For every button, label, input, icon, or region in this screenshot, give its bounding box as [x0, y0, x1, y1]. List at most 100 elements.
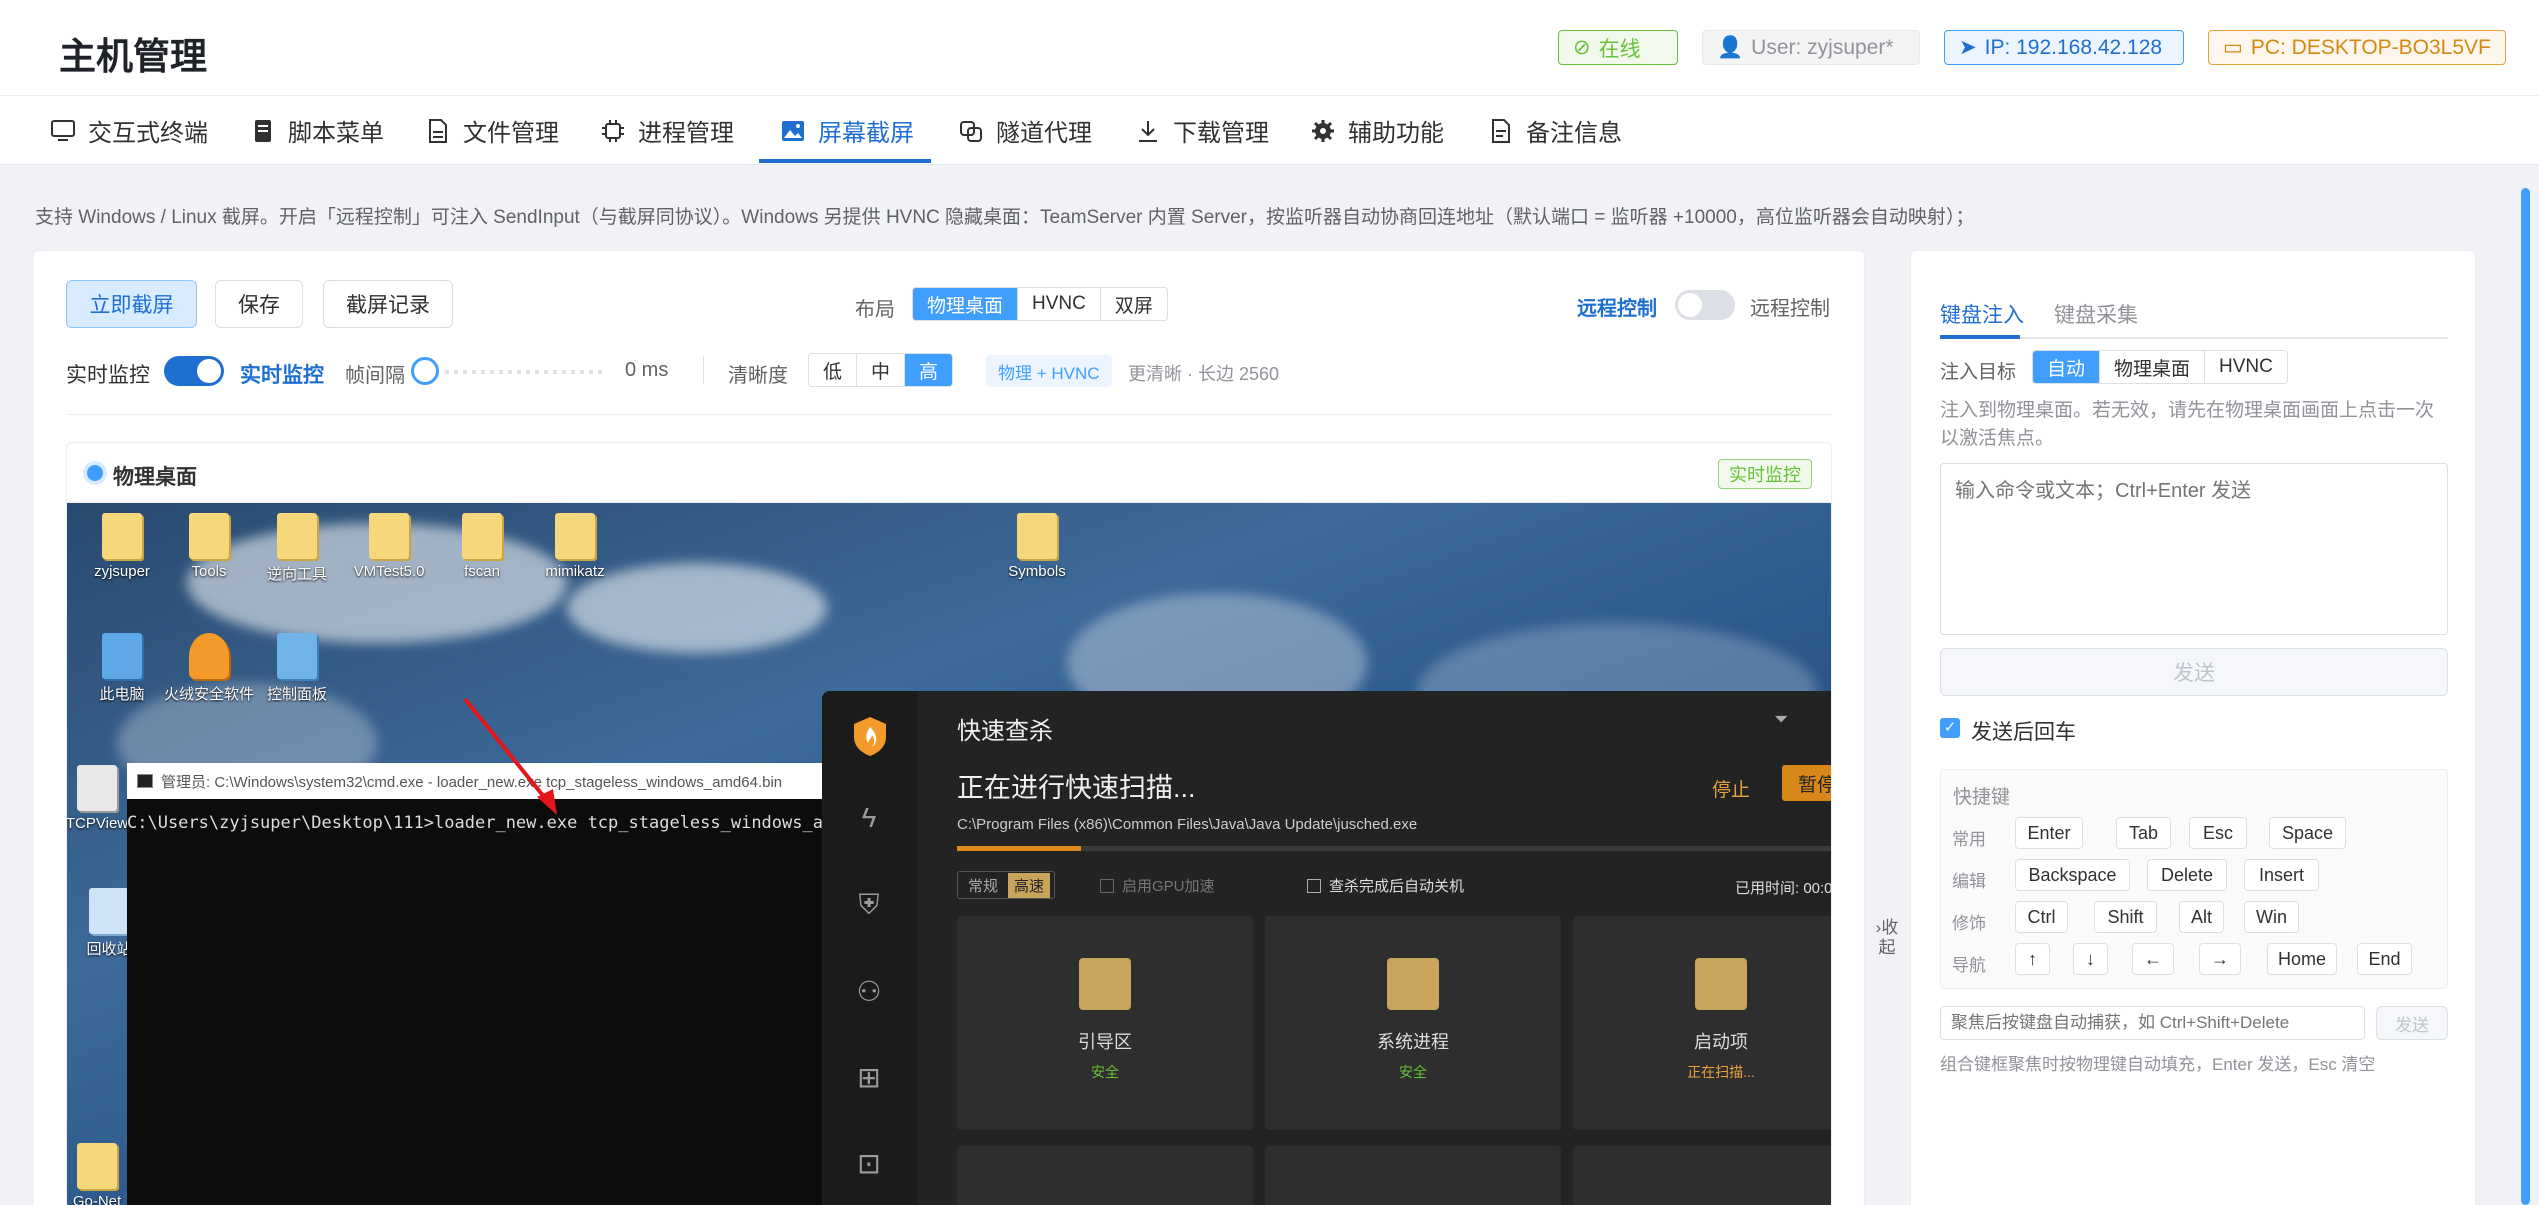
active-tab-indicator [759, 159, 931, 163]
viewer-title: 物理桌面 [113, 466, 197, 489]
capture-now-button[interactable]: 立即截屏 [66, 280, 197, 328]
collapse-toggle[interactable]: ›收起 [1872, 918, 1902, 958]
clarity-option-high[interactable]: 高 [904, 354, 953, 386]
page-title: 主机管理 [59, 36, 207, 77]
desktop-icon[interactable]: mimikatz [525, 513, 625, 580]
interval-slider-track[interactable] [445, 370, 605, 374]
key-delete[interactable]: Delete [2147, 859, 2227, 891]
desktop-icon[interactable]: 控制面板 [247, 633, 347, 704]
tab-scripts[interactable]: 脚本菜单 [250, 96, 384, 165]
desktop-icon[interactable]: Tools [159, 513, 259, 580]
check-circle-icon: ⊘ [1573, 36, 1591, 59]
clarity-option-mid[interactable]: 中 [856, 354, 905, 386]
clarity-hint: 更清晰 · 长边 2560 [1128, 364, 1280, 384]
toggle-knob [197, 359, 221, 383]
tab-processes[interactable]: 进程管理 [600, 96, 734, 165]
combo-key-input[interactable] [1940, 1006, 2365, 1040]
layout-option-dual[interactable]: 双屏 [1099, 288, 1167, 320]
toggle-knob [1678, 293, 1702, 317]
desktop-icon[interactable]: zyjsuper [72, 513, 172, 580]
interval-slider-handle[interactable] [411, 357, 439, 385]
tab-label: 屏幕截屏 [818, 120, 914, 147]
tab-tunnel[interactable]: 隧道代理 [958, 96, 1092, 165]
scan-item-process: 系统进程 安全 [1265, 916, 1561, 1130]
key-shift[interactable]: Shift [2094, 901, 2157, 933]
desktop-icon[interactable]: Symbols [987, 513, 1087, 580]
tab-downloads[interactable]: 下载管理 [1135, 96, 1269, 165]
shortcut-title: 快捷键 [1953, 787, 2011, 808]
antivirus-window[interactable]: ϟ ⛨ ⚇ ⊞ ⊡ 快速查杀 ⏷ 正在进行快速扫描... 停止 暂停 C:\Pr… [822, 691, 1831, 1205]
shutdown-option[interactable]: 查杀完成后自动关机 [1307, 875, 1464, 896]
lightning-icon[interactable]: ϟ [852, 801, 886, 835]
user-badge: 👤 User: zyjsuper* [1702, 30, 1920, 65]
desktop-icon-label: mimikatz [545, 563, 605, 580]
key-space[interactable]: Space [2269, 817, 2346, 849]
desktop-icon-label: 火绒安全软件 [163, 686, 254, 703]
tab-screenshot[interactable]: 屏幕截屏 [780, 96, 914, 165]
key-left[interactable]: ← [2132, 943, 2174, 975]
scan-mode-switch[interactable]: 常规 高速 [957, 871, 1056, 899]
note-icon [1488, 118, 1514, 144]
key-enter[interactable]: Enter [2015, 817, 2083, 849]
enter-after-send-checkbox[interactable]: ✓ [1940, 718, 1960, 738]
key-win[interactable]: Win [2244, 901, 2299, 933]
history-button[interactable]: 截屏记录 [323, 280, 453, 328]
desktop-icon[interactable]: 此电脑 [72, 633, 172, 704]
key-up[interactable]: ↑ [2015, 943, 2050, 975]
red-arrow-annotation [463, 697, 557, 815]
key-alt[interactable]: Alt [2179, 901, 2224, 933]
shield-plus-icon[interactable]: ⛨ [852, 888, 886, 922]
key-ctrl[interactable]: Ctrl [2015, 901, 2068, 933]
tab-files[interactable]: 文件管理 [425, 96, 559, 165]
cmd-window[interactable]: 管理员: C:\Windows\system32\cmd.exe - loade… [127, 763, 887, 1205]
live-monitor-toggle[interactable] [164, 356, 224, 386]
target-option-hvnc[interactable]: HVNC [2204, 351, 2287, 383]
gpu-option[interactable]: 启用GPU加速 [1100, 875, 1215, 896]
key-esc[interactable]: Esc [2189, 817, 2247, 849]
send-button[interactable]: 发送 [1940, 648, 2448, 696]
inbox-icon[interactable]: ⊡ [852, 1147, 886, 1181]
key-insert[interactable]: Insert [2244, 859, 2319, 891]
online-label: 在线 [1598, 37, 1641, 61]
combo-send-button[interactable]: 发送 [2376, 1006, 2448, 1040]
tab-keyboard-capture[interactable]: 键盘采集 [2054, 299, 2138, 329]
page-scrollbar[interactable] [2521, 188, 2530, 1205]
tab-tools[interactable]: 辅助功能 [1310, 96, 1444, 165]
collapse-label: 收起 [1878, 918, 1899, 957]
clarity-option-low[interactable]: 低 [809, 354, 857, 386]
layout-option-physical[interactable]: 物理桌面 [913, 288, 1018, 320]
pause-button[interactable]: 暂停 [1782, 765, 1831, 801]
mode-normal[interactable]: 常规 [962, 875, 1004, 896]
key-right[interactable]: → [2199, 943, 2241, 975]
desktop-icon[interactable]: VMTest5.0 [339, 513, 439, 580]
key-backspace[interactable]: Backspace [2015, 859, 2130, 891]
save-button[interactable]: 保存 [215, 280, 303, 328]
mode-fast[interactable]: 高速 [1008, 872, 1051, 898]
layout-option-hvnc[interactable]: HVNC [1017, 288, 1100, 320]
desktop-icon[interactable]: 火绒安全软件 [159, 633, 259, 704]
target-option-auto[interactable]: 自动 [2033, 351, 2100, 383]
desktop-icon[interactable]: fscan [432, 513, 532, 580]
tab-notes[interactable]: 备注信息 [1488, 96, 1622, 165]
layout-label: 布局 [855, 299, 895, 321]
target-option-physical[interactable]: 物理桌面 [2099, 351, 2205, 383]
key-home[interactable]: Home [2267, 943, 2337, 975]
apps-icon[interactable]: ⊞ [852, 1061, 886, 1095]
users-icon[interactable]: ⚇ [852, 975, 886, 1009]
tab-label: 文件管理 [463, 120, 559, 147]
desktop-icon[interactable]: 逆向工具 [247, 513, 347, 584]
remote-control-toggle[interactable] [1675, 290, 1735, 320]
command-input[interactable] [1940, 463, 2448, 635]
remote-desktop-image[interactable]: zyjsuper Tools 逆向工具 VMTest5.0 fscan mimi… [67, 503, 1831, 1205]
checkbox-icon [1100, 878, 1114, 893]
tab-terminal[interactable]: 交互式终端 [50, 96, 208, 165]
key-tab[interactable]: Tab [2116, 817, 2171, 849]
dropdown-icon[interactable]: ⏷ [1774, 709, 1788, 730]
scan-item-more [1265, 1146, 1561, 1205]
gear-icon [1310, 118, 1336, 144]
boot-sector-icon [1079, 958, 1131, 1010]
stop-button[interactable]: 停止 [1712, 775, 1750, 802]
key-end[interactable]: End [2357, 943, 2412, 975]
key-down[interactable]: ↓ [2073, 943, 2108, 975]
tab-keyboard-inject[interactable]: 键盘注入 [1940, 299, 2024, 329]
